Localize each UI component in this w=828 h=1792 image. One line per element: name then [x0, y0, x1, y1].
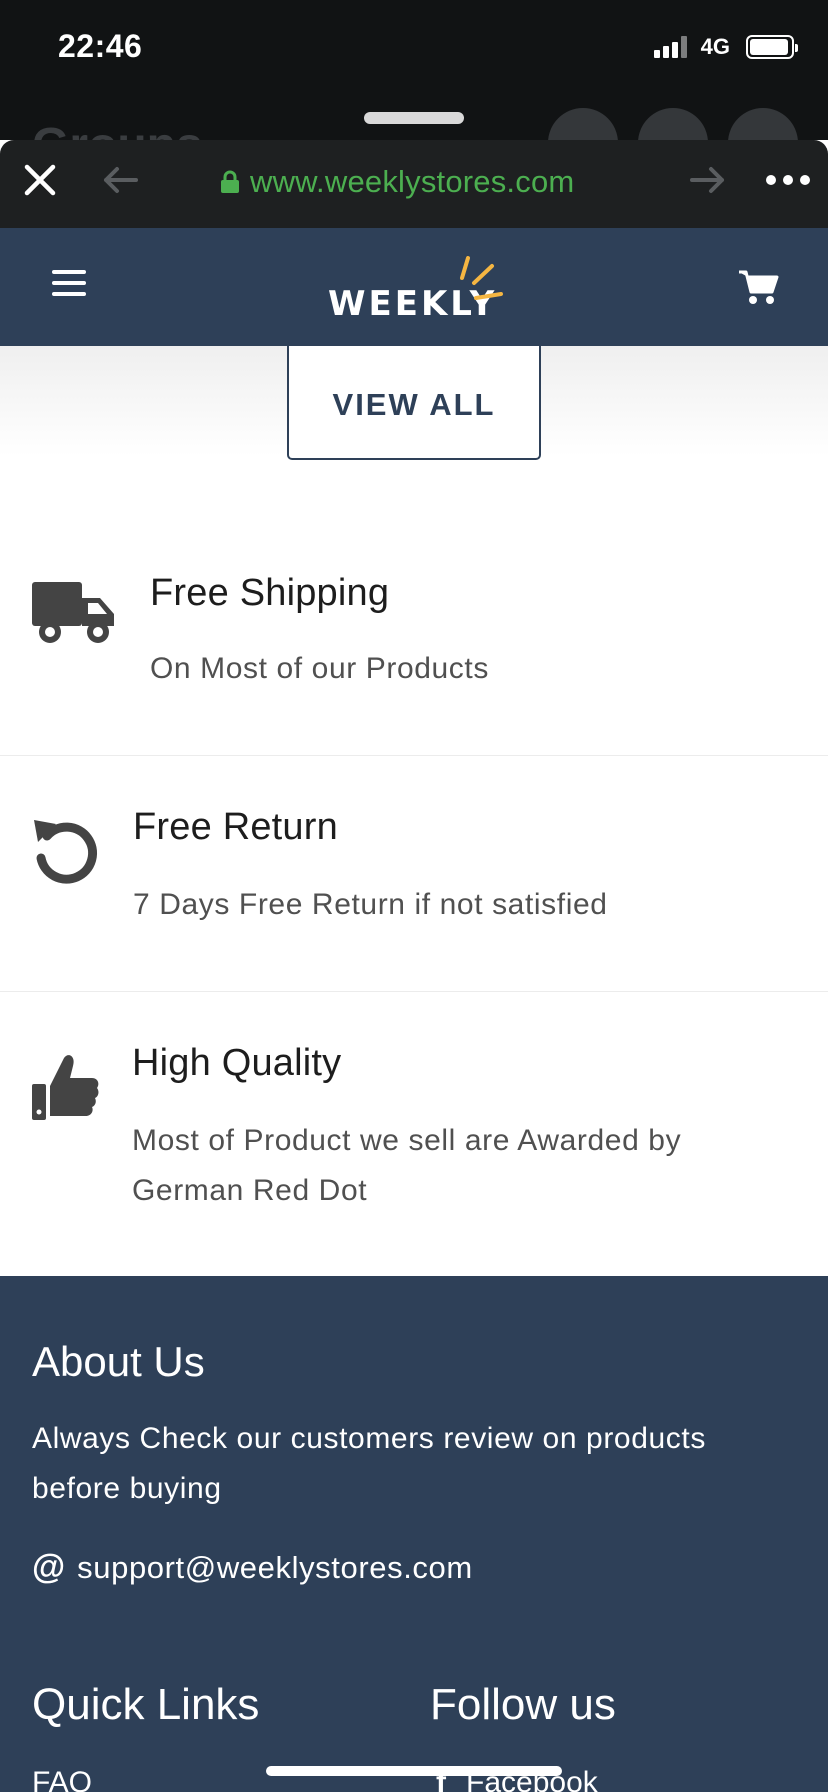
menu-icon[interactable]	[52, 270, 86, 302]
quick-link-faq[interactable]: FAQ	[32, 1766, 92, 1792]
cart-icon[interactable]	[738, 268, 780, 306]
site-footer: About Us Always Check our customers revi…	[0, 1276, 828, 1792]
feature-high-quality: High Quality Most of Product we sell are…	[0, 992, 828, 1276]
about-us-heading: About Us	[32, 1338, 205, 1385]
support-email: support@weeklystores.com	[77, 1549, 473, 1585]
return-icon	[34, 820, 98, 884]
feature-free-return: Free Return 7 Days Free Return if not sa…	[0, 756, 828, 992]
follow-us-heading: Follow us	[430, 1680, 616, 1729]
more-icon[interactable]	[764, 170, 812, 190]
site-logo[interactable]: WEEKLY	[328, 256, 504, 324]
site-header: WEEKLY	[0, 228, 828, 346]
status-time: 22:46	[58, 28, 143, 64]
truck-icon	[32, 582, 114, 643]
about-us-text: Always Check our customers review on pro…	[32, 1422, 706, 1505]
address-bar[interactable]: www.weeklystores.com	[220, 160, 574, 204]
feature-title: Free Return	[133, 806, 338, 848]
feature-title: High Quality	[132, 1042, 342, 1084]
feature-subtitle: On Most of our Products	[150, 652, 489, 685]
url-text: www.weeklystores.com	[250, 164, 575, 199]
status-indicators: 4G	[653, 34, 798, 60]
feature-free-shipping: Free Shipping On Most of our Products	[0, 566, 828, 756]
view-all-button[interactable]: VIEW ALL	[287, 346, 541, 460]
home-indicator[interactable]	[266, 1766, 562, 1776]
feature-subtitle: 7 Days Free Return if not satisfied	[133, 888, 608, 921]
close-icon[interactable]	[22, 162, 58, 198]
lock-icon	[221, 170, 239, 193]
quick-links-heading: Quick Links	[32, 1680, 260, 1729]
sheet-grabber[interactable]	[364, 112, 464, 124]
browser-toolbar: www.weeklystores.com	[0, 140, 828, 228]
battery-icon	[746, 35, 798, 59]
forward-arrow-icon[interactable]	[688, 164, 728, 196]
network-type: 4G	[700, 34, 730, 59]
support-email-link[interactable]: @ support@weeklystores.com	[32, 1548, 473, 1587]
at-icon: @	[32, 1548, 66, 1586]
logo-spark-icon	[460, 256, 503, 300]
back-arrow-icon[interactable]	[100, 164, 140, 196]
feature-title: Free Shipping	[150, 572, 390, 614]
feature-subtitle: Most of Product we sell are Awarded by G…	[132, 1124, 682, 1207]
signal-icon	[653, 36, 687, 58]
thumbs-up-icon	[32, 1055, 99, 1120]
